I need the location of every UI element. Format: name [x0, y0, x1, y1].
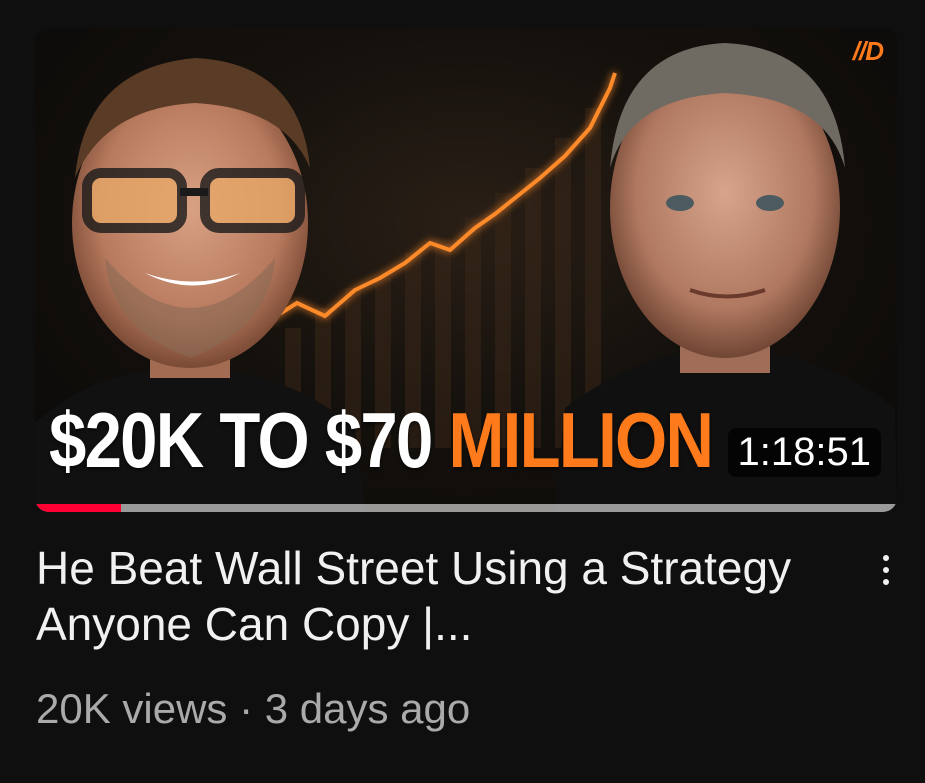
more-vertical-icon	[883, 555, 889, 561]
upload-age: 3 days ago	[264, 685, 471, 732]
video-thumbnail[interactable]: //D $20K TO $70 MILLION 1:18:51	[35, 28, 897, 512]
video-card[interactable]: //D $20K TO $70 MILLION 1:18:51 He Beat …	[0, 0, 925, 783]
view-count: 20K views	[36, 685, 228, 732]
headline-white-text: $20K TO $70	[49, 396, 449, 484]
video-metadata: 20K views · 3 days ago	[36, 683, 470, 735]
watch-progress-fill	[35, 504, 122, 512]
channel-logo: //D	[852, 36, 884, 66]
watch-progress-bar	[35, 504, 897, 512]
headline-orange-text: MILLION	[448, 396, 713, 484]
more-vertical-icon-dot	[883, 567, 889, 573]
duration-badge: 1:18:51	[727, 428, 881, 477]
meta-separator: ·	[239, 685, 254, 732]
more-vertical-icon-dot	[883, 579, 889, 585]
thumbnail-headline: $20K TO $70 MILLION	[49, 390, 714, 490]
more-options-button[interactable]	[866, 545, 906, 595]
video-title[interactable]: He Beat Wall Street Using a Strategy Any…	[36, 540, 836, 652]
